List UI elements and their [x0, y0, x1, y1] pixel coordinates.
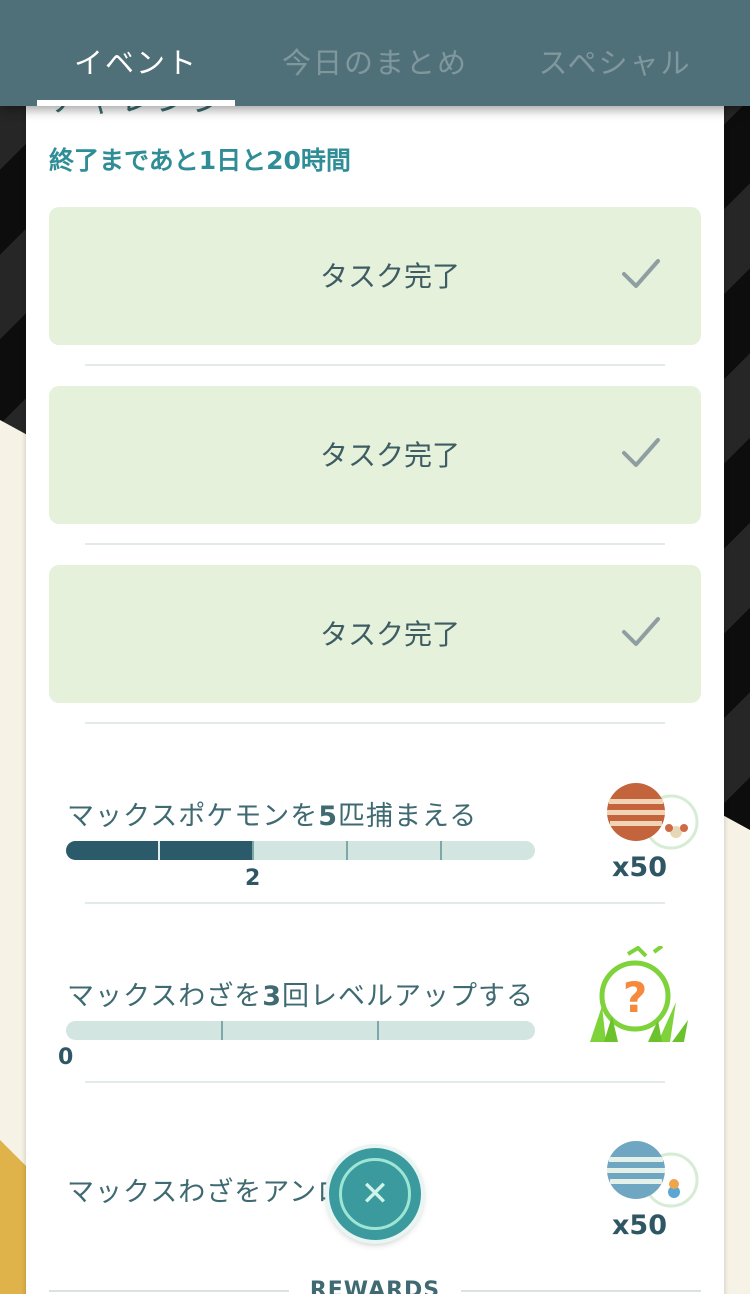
- task-progress-bar: [66, 1021, 535, 1040]
- countdown-text: 終了まであと1日と20時間: [49, 146, 351, 175]
- progress-tick: [440, 841, 442, 860]
- divider: [85, 902, 665, 904]
- task-label: マックスポケモンを5匹捕まえる: [67, 801, 478, 832]
- divider: [85, 722, 665, 724]
- tab-today-summary[interactable]: 今日のまとめ: [270, 40, 480, 90]
- progress-tick: [252, 841, 254, 860]
- task-label: マックスわざを3回レベルアップする: [67, 981, 534, 1012]
- check-icon: [622, 438, 660, 467]
- tab-event[interactable]: イベント: [37, 40, 235, 90]
- completed-task-label: タスク完了: [319, 439, 460, 472]
- progress-tick: [346, 841, 348, 860]
- progress-value: 0: [58, 1045, 74, 1070]
- reward-count: x50: [612, 852, 667, 883]
- rewards-divider-left: [49, 1290, 289, 1292]
- poke-ball-icon[interactable]: [604, 1138, 700, 1210]
- poke-ball-icon[interactable]: [604, 780, 700, 852]
- tab-special[interactable]: スペシャル: [520, 40, 710, 90]
- divider: [85, 364, 665, 366]
- completed-task-card[interactable]: タスク完了: [49, 565, 701, 703]
- completed-task-card[interactable]: タスク完了: [49, 386, 701, 524]
- completed-task-label: タスク完了: [319, 618, 460, 651]
- close-button[interactable]: ✕: [329, 1148, 421, 1240]
- close-icon: ✕: [360, 1174, 390, 1214]
- progress-tick: [158, 841, 160, 860]
- divider: [85, 1081, 665, 1083]
- rewards-label: REWARDS: [309, 1278, 441, 1294]
- progress-tick: [377, 1021, 379, 1040]
- completed-task-label: タスク完了: [319, 260, 460, 293]
- active-tab-indicator: [37, 100, 235, 106]
- svg-text:?: ?: [623, 973, 647, 1022]
- progress-value: 2: [245, 866, 261, 891]
- mystery-encounter-icon[interactable]: ?: [588, 946, 692, 1046]
- tab-bar: イベント 今日のまとめ スペシャル: [0, 0, 750, 106]
- divider: [85, 543, 665, 545]
- check-icon: [622, 617, 660, 646]
- task-progress-bar: [66, 841, 535, 860]
- rewards-divider-right: [461, 1290, 701, 1292]
- progress-tick: [221, 1021, 223, 1040]
- completed-task-card[interactable]: タスク完了: [49, 207, 701, 345]
- reward-count: x50: [612, 1210, 667, 1241]
- check-icon: [622, 259, 660, 288]
